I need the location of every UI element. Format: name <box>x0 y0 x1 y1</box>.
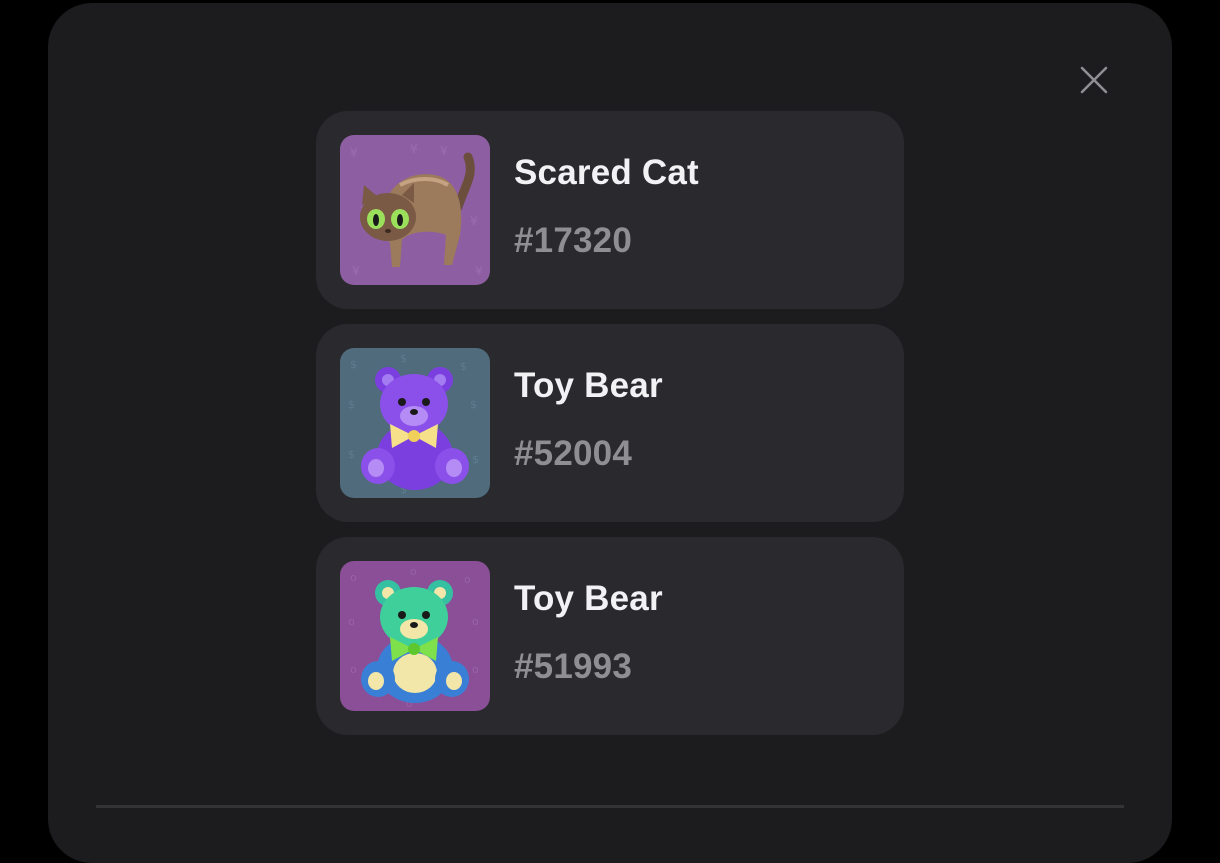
scared-cat-icon: ¥¥¥ ¥¥¥ ¥¥ <box>340 135 490 285</box>
gift-list: ¥¥¥ ¥¥¥ ¥¥ <box>316 111 904 750</box>
svg-text:¥: ¥ <box>475 264 483 278</box>
close-button[interactable] <box>1075 61 1113 99</box>
gift-number: #51993 <box>514 647 632 686</box>
gift-modal: ¥¥¥ ¥¥¥ ¥¥ <box>48 3 1172 863</box>
svg-text:o: o <box>348 615 355 628</box>
purple-toy-bear-icon: $ $$ $ $$ $$ <box>340 348 490 498</box>
svg-text:o: o <box>350 663 357 676</box>
gift-thumbnail: $ $ $ $ $ $ $ $ <box>340 348 490 498</box>
svg-text:$: $ <box>460 360 467 373</box>
green-toy-bear-icon: o oo o oo oo <box>340 561 490 711</box>
gift-card[interactable]: ooo ooo oo Toy Bear #51993 <box>316 537 904 735</box>
close-icon <box>1080 66 1108 94</box>
svg-text:o: o <box>410 565 417 578</box>
svg-text:$: $ <box>472 453 479 466</box>
svg-text:o: o <box>472 663 479 676</box>
svg-text:¥: ¥ <box>470 214 478 228</box>
svg-text:$: $ <box>350 358 357 371</box>
svg-text:$: $ <box>348 448 355 461</box>
gift-number: #52004 <box>514 434 632 473</box>
gift-thumbnail: ooo ooo oo <box>340 561 490 711</box>
gift-name: Toy Bear <box>514 579 663 618</box>
svg-text:¥: ¥ <box>350 146 358 160</box>
svg-text:o: o <box>472 615 479 628</box>
gift-name: Scared Cat <box>514 153 699 192</box>
gift-thumbnail: ¥¥¥ ¥¥¥ ¥¥ <box>340 135 490 285</box>
svg-text:¥: ¥ <box>440 144 448 158</box>
svg-text:$: $ <box>470 398 477 411</box>
svg-text:o: o <box>350 571 357 584</box>
svg-text:$: $ <box>348 398 355 411</box>
svg-text:$: $ <box>400 352 407 365</box>
svg-text:o: o <box>464 573 471 586</box>
svg-text:¥: ¥ <box>410 142 418 156</box>
divider <box>96 805 1124 808</box>
gift-card[interactable]: $ $ $ $ $ $ $ $ Toy Bear #52004 <box>316 324 904 522</box>
gift-card[interactable]: ¥¥¥ ¥¥¥ ¥¥ <box>316 111 904 309</box>
gift-number: #17320 <box>514 221 632 260</box>
svg-text:¥: ¥ <box>352 264 360 278</box>
gift-name: Toy Bear <box>514 366 663 405</box>
